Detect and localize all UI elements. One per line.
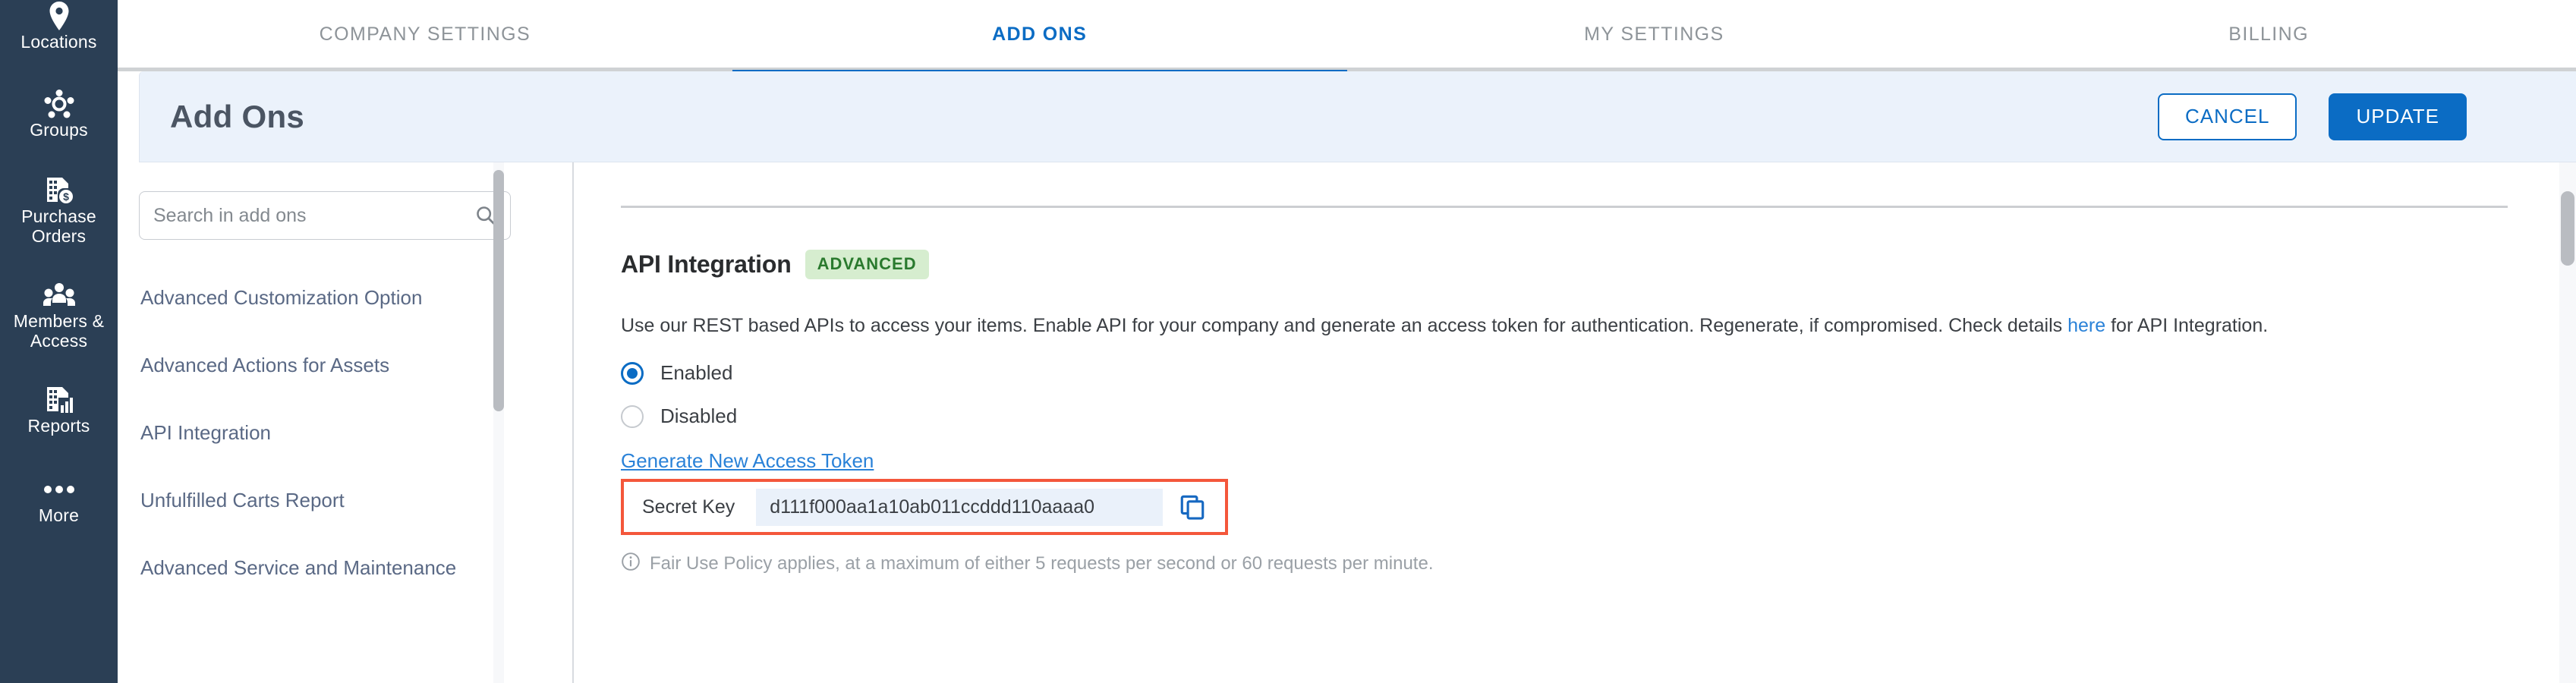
main-region: COMPANY SETTINGS ADD ONS MY SETTINGS BIL… — [118, 0, 2576, 683]
detail-heading-row: API Integration ADVANCED — [621, 250, 2576, 279]
fair-use-policy-text: Fair Use Policy applies, at a maximum of… — [650, 552, 1434, 574]
groups-icon — [44, 88, 74, 120]
radio-disabled-input[interactable] — [621, 404, 644, 428]
addon-detail-panel: API Integration ADVANCED Use our REST ba… — [573, 162, 2576, 683]
list-item[interactable]: Advanced Service and Maintenance — [139, 551, 572, 584]
cancel-button[interactable]: CANCEL — [2157, 93, 2297, 140]
addons-list: Advanced Customization Option Advanced A… — [139, 281, 572, 584]
generate-new-access-token-link[interactable]: Generate New Access Token — [621, 449, 874, 473]
list-scrollbar-thumb[interactable] — [493, 170, 504, 411]
search-box[interactable] — [139, 191, 511, 240]
tab-company-settings[interactable]: COMPANY SETTINGS — [118, 0, 732, 70]
reports-icon — [45, 384, 74, 416]
description-text-part1: Use our REST based APIs to access your i… — [621, 315, 2068, 336]
members-icon — [43, 279, 75, 311]
ellipsis-icon — [43, 474, 75, 505]
radio-option-disabled[interactable]: Disabled — [621, 404, 2576, 428]
left-nav-rail: Locations Groups $ Purchase Orders Membe… — [0, 0, 118, 683]
list-item[interactable]: API Integration — [139, 416, 572, 449]
sidebar-item-label: Purchase Orders — [21, 206, 96, 246]
map-pin-icon — [46, 0, 72, 32]
header-actions: CANCEL UPDATE — [2157, 93, 2576, 140]
radio-enabled-input[interactable] — [621, 361, 644, 385]
svg-text:$: $ — [63, 190, 69, 203]
addons-list-panel: Advanced Customization Option Advanced A… — [118, 162, 573, 683]
sidebar-item-groups[interactable]: Groups — [0, 85, 118, 140]
purchase-order-icon: $ — [45, 175, 74, 206]
detail-divider — [621, 206, 2508, 208]
app-root: Locations Groups $ Purchase Orders Membe… — [0, 0, 2576, 683]
info-icon — [621, 552, 641, 575]
secret-key-value[interactable]: d111f000aa1a10ab011ccddd110aaaa0 — [756, 488, 1163, 526]
radio-option-enabled[interactable]: Enabled — [621, 361, 2576, 385]
search-input[interactable] — [153, 204, 475, 227]
sidebar-item-label: Groups — [30, 120, 88, 140]
detail-title: API Integration — [621, 250, 792, 278]
sidebar-item-label: Reports — [27, 416, 90, 436]
detail-description: Use our REST based APIs to access your i… — [621, 310, 2458, 342]
list-item[interactable]: Advanced Customization Option — [139, 281, 572, 314]
list-item[interactable]: Advanced Actions for Assets — [139, 348, 572, 382]
tab-billing[interactable]: BILLING — [1961, 0, 2576, 70]
top-tab-bar: COMPANY SETTINGS ADD ONS MY SETTINGS BIL… — [118, 0, 2576, 74]
secret-key-field: Secret Key d111f000aa1a10ab011ccddd110aa… — [621, 479, 1228, 535]
sidebar-item-label: More — [38, 505, 80, 525]
radio-disabled-label: Disabled — [660, 404, 738, 427]
list-item[interactable]: Unfulfilled Carts Report — [139, 483, 572, 517]
sidebar-item-label: Members & Access — [13, 311, 105, 351]
sidebar-item-reports[interactable]: Reports — [0, 381, 118, 436]
sidebar-item-members-access[interactable]: Members & Access — [0, 276, 118, 351]
secret-key-label: Secret Key — [642, 496, 735, 518]
here-link[interactable]: here — [2067, 315, 2105, 336]
detail-scrollbar-thumb[interactable] — [2561, 191, 2574, 266]
update-button[interactable]: UPDATE — [2329, 93, 2467, 140]
content-body: Advanced Customization Option Advanced A… — [118, 162, 2576, 683]
description-text-part2: for API Integration. — [2105, 315, 2269, 336]
sidebar-item-more[interactable]: More — [0, 471, 118, 525]
page-header-bar: Add Ons CANCEL UPDATE — [139, 71, 2576, 162]
tab-add-ons[interactable]: ADD ONS — [732, 0, 1347, 74]
fair-use-policy-row: Fair Use Policy applies, at a maximum of… — [621, 552, 2576, 575]
sidebar-item-label: Locations — [20, 32, 97, 52]
copy-icon[interactable] — [1179, 494, 1205, 520]
page-title: Add Ons — [170, 98, 305, 134]
radio-enabled-label: Enabled — [660, 361, 733, 384]
sidebar-item-purchase-orders[interactable]: $ Purchase Orders — [0, 172, 118, 246]
status-badge: ADVANCED — [805, 250, 929, 279]
sidebar-item-locations[interactable]: Locations — [0, 0, 118, 52]
tab-my-settings[interactable]: MY SETTINGS — [1347, 0, 1962, 70]
